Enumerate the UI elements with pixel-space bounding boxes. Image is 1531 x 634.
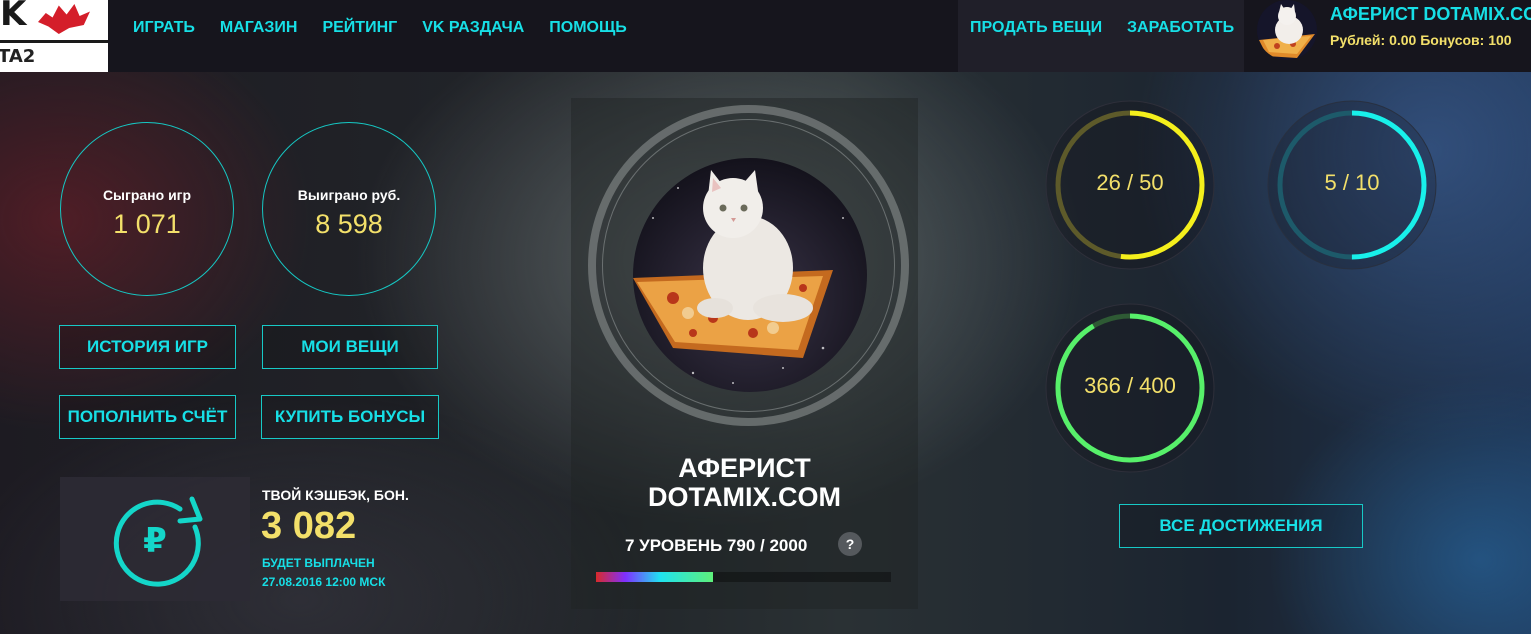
user-balance: Рублей: 0.00 Бонусов: 100: [1330, 32, 1512, 48]
achievement-2-text: 5 / 10: [1324, 170, 1380, 195]
level-text: 7 УРОВЕНЬ 790 / 2000: [625, 536, 808, 555]
achievement-ring-3[interactable]: 366 / 400: [1045, 303, 1215, 473]
user-avatar[interactable]: [1257, 0, 1317, 60]
site-logo[interactable]: K TA2: [0, 0, 108, 72]
nav-help[interactable]: ПОМОЩЬ: [549, 0, 627, 55]
profile-card: АФЕРИСТ DOTAMIX.COM 7 УРОВЕНЬ 790 / 2000…: [571, 98, 918, 609]
games-played-value: 1 071: [113, 209, 181, 239]
level-help-icon[interactable]: ?: [838, 532, 862, 556]
game-history-button[interactable]: ИСТОРИЯ ИГР: [59, 325, 236, 369]
xp-progress-fill: [596, 572, 713, 582]
logo-mark: K: [0, 0, 26, 34]
achievement-3-text: 366 / 400: [1084, 373, 1176, 398]
logo-splash: [38, 4, 90, 34]
secondary-nav: ПРОДАТЬ ВЕЩИ ЗАРАБОТАТЬ: [958, 0, 1244, 72]
logo-divider: [0, 40, 108, 43]
user-name[interactable]: АФЕРИСТ DOTAMIX.COM: [1330, 4, 1531, 25]
all-achievements-button[interactable]: ВСЕ ДОСТИЖЕНИЯ: [1119, 504, 1363, 548]
top-up-button[interactable]: ПОПОЛНИТЬ СЧЁТ: [59, 395, 236, 439]
ruble-refresh-icon: ₽: [113, 496, 203, 587]
achievement-ring-1[interactable]: 26 / 50: [1045, 100, 1215, 270]
my-items-button[interactable]: МОИ ВЕЩИ: [262, 325, 438, 369]
profile-name-line1: АФЕРИСТ: [678, 453, 811, 483]
buy-bonus-button[interactable]: КУПИТЬ БОНУСЫ: [261, 395, 439, 439]
games-played-stat: Сыграно игр 1 071: [60, 122, 234, 296]
games-played-label: Сыграно игр: [102, 187, 192, 203]
achievement-ring-2[interactable]: 5 / 10: [1267, 100, 1437, 270]
main-nav: ИГРАТЬ МАГАЗИН РЕЙТИНГ VK РАЗДАЧА ПОМОЩЬ: [133, 0, 652, 55]
xp-progress-bar: [596, 572, 891, 582]
svg-text:₽: ₽: [143, 521, 167, 561]
nav-earn[interactable]: ЗАРАБОТАТЬ: [1127, 0, 1234, 55]
cashback-payout-date: 27.08.2016 12:00 МСК: [262, 575, 386, 589]
won-rubles-value: 8 598: [315, 209, 383, 239]
profile-name-line2: DOTAMIX.COM: [648, 482, 841, 512]
nav-vk-giveaway[interactable]: VK РАЗДАЧА: [422, 0, 524, 55]
user-panel[interactable]: АФЕРИСТ DOTAMIX.COM Рублей: 0.00 Бонусов…: [1244, 0, 1531, 72]
cashback-icon-box: ₽: [60, 477, 250, 601]
nav-play[interactable]: ИГРАТЬ: [133, 0, 195, 55]
nav-shop[interactable]: МАГАЗИН: [220, 0, 298, 55]
achievement-1-text: 26 / 50: [1096, 170, 1164, 195]
cashback-payout-label: БУДЕТ ВЫПЛАЧЕН: [262, 556, 375, 570]
cashback-title: ТВОЙ КЭШБЭК, БОН.: [262, 487, 409, 503]
nav-sell-items[interactable]: ПРОДАТЬ ВЕЩИ: [970, 0, 1102, 55]
cashback-value: 3 082: [261, 505, 357, 547]
logo-text: TA2: [0, 46, 36, 67]
profile-avatar: [633, 158, 867, 392]
won-rubles-stat: Выиграно руб. 8 598: [262, 122, 436, 296]
nav-rating[interactable]: РЕЙТИНГ: [322, 0, 397, 55]
won-rubles-label: Выиграно руб.: [297, 187, 401, 203]
profile-name: АФЕРИСТ DOTAMIX.COM: [571, 454, 918, 512]
top-navbar: K TA2 ИГРАТЬ МАГАЗИН РЕЙТИНГ VK РАЗДАЧА …: [0, 0, 1531, 72]
